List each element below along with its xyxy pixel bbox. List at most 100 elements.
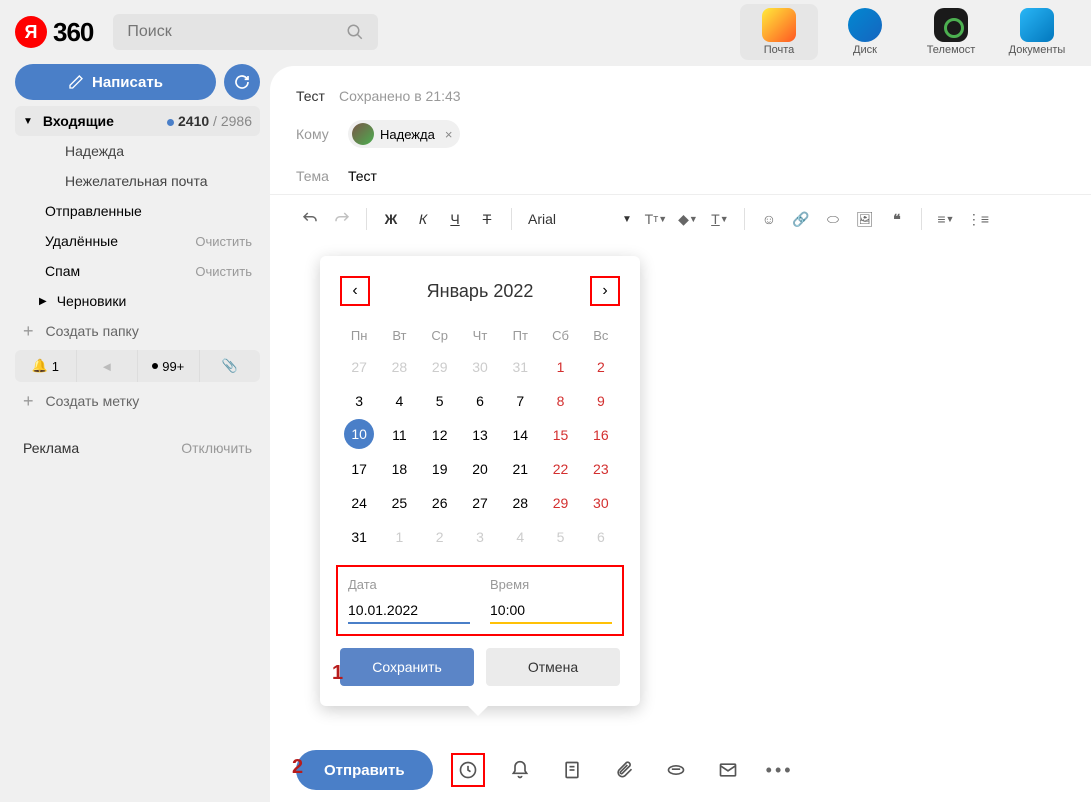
calendar-day[interactable]: 6: [461, 385, 499, 417]
calendar-day[interactable]: 22: [541, 453, 579, 485]
calendar-day[interactable]: 27: [340, 351, 378, 383]
reminder-button[interactable]: [503, 753, 537, 787]
underline-button[interactable]: Ч: [441, 205, 469, 233]
calendar-day[interactable]: 4: [501, 521, 539, 553]
calendar-day[interactable]: 7: [501, 385, 539, 417]
prev-month-button[interactable]: ‹: [340, 276, 370, 306]
create-label-button[interactable]: +Создать метку: [15, 386, 260, 416]
calendar-day[interactable]: 31: [340, 521, 378, 553]
app-docs[interactable]: Документы: [998, 4, 1076, 60]
color-button[interactable]: ◆▼: [674, 205, 702, 233]
attach-disk-button[interactable]: [659, 753, 693, 787]
calendar-day[interactable]: 27: [461, 487, 499, 519]
list-button[interactable]: ⋮≡: [964, 205, 992, 233]
date-input[interactable]: [348, 598, 470, 624]
calendar-day[interactable]: 30: [461, 351, 499, 383]
subject-field[interactable]: Тема Тест: [270, 158, 1091, 194]
send-button[interactable]: Отправить: [296, 750, 433, 790]
calendar-day[interactable]: 18: [380, 453, 418, 485]
emoji-button[interactable]: ☺: [755, 205, 783, 233]
calendar-day[interactable]: 8: [541, 385, 579, 417]
folder-nadezhda[interactable]: Надежда: [15, 136, 260, 166]
clear-deleted-link[interactable]: Очистить: [195, 234, 252, 249]
calendar-day[interactable]: 20: [461, 453, 499, 485]
calendar-day[interactable]: 3: [340, 385, 378, 417]
logo[interactable]: Я 360: [15, 16, 93, 48]
calendar-day[interactable]: 25: [380, 487, 418, 519]
italic-button[interactable]: К: [409, 205, 437, 233]
calendar-day[interactable]: 1: [541, 351, 579, 383]
calendar-day[interactable]: 2: [421, 521, 459, 553]
cancel-button[interactable]: Отмена: [486, 648, 620, 686]
create-folder-button[interactable]: +Создать папку: [15, 316, 260, 346]
folder-inbox[interactable]: ▼ Входящие 2410 / 2986: [15, 106, 260, 136]
search-box[interactable]: [113, 14, 378, 50]
calendar-day[interactable]: 17: [340, 453, 378, 485]
calendar-day[interactable]: 26: [421, 487, 459, 519]
schedule-button[interactable]: [451, 753, 485, 787]
calendar-day[interactable]: 2: [582, 351, 620, 383]
bold-button[interactable]: Ж: [377, 205, 405, 233]
folder-deleted[interactable]: УдалённыеОчистить: [15, 226, 260, 256]
calendar-day[interactable]: 14: [501, 419, 539, 451]
calendar-day[interactable]: 21: [501, 453, 539, 485]
folder-sent[interactable]: Отправленные: [15, 196, 260, 226]
clear-spam-link[interactable]: Очистить: [195, 264, 252, 279]
align-button[interactable]: ≡▼: [932, 205, 960, 233]
fontsize-button[interactable]: Tт▼: [642, 205, 670, 233]
calendar-day[interactable]: 15: [541, 419, 579, 451]
folder-drafts[interactable]: ▶Черновики: [15, 286, 260, 316]
calendar-day[interactable]: 12: [421, 419, 459, 451]
attach-button[interactable]: [607, 753, 641, 787]
font-select[interactable]: Arial▼: [522, 211, 638, 227]
remove-recipient-icon[interactable]: ×: [445, 127, 453, 142]
calendar-day[interactable]: 28: [501, 487, 539, 519]
calendar-day[interactable]: 29: [541, 487, 579, 519]
calendar-day[interactable]: 16: [582, 419, 620, 451]
calendar-day[interactable]: 11: [380, 419, 418, 451]
app-telemost[interactable]: Телемост: [912, 4, 990, 60]
filter-unread[interactable]: 99+: [138, 350, 200, 382]
calendar-day[interactable]: 3: [461, 521, 499, 553]
image-button[interactable]: 🖼: [851, 205, 879, 233]
folder-junk[interactable]: Нежелательная почта: [15, 166, 260, 196]
search-input[interactable]: [127, 23, 346, 41]
time-input[interactable]: [490, 598, 612, 624]
signature-button[interactable]: [711, 753, 745, 787]
to-field[interactable]: Кому Надежда ×: [270, 110, 1091, 158]
recipient-chip[interactable]: Надежда ×: [348, 120, 460, 148]
app-disk[interactable]: Диск: [826, 4, 904, 60]
more-button[interactable]: •••: [763, 753, 797, 787]
link-button[interactable]: 🔗: [787, 205, 815, 233]
calendar-day[interactable]: 23: [582, 453, 620, 485]
calendar-day[interactable]: 24: [340, 487, 378, 519]
calendar-day[interactable]: 9: [582, 385, 620, 417]
textcolor-button[interactable]: T▼: [706, 205, 734, 233]
ad-disable-link[interactable]: Отключить: [181, 440, 252, 456]
quote-button[interactable]: ❝: [883, 205, 911, 233]
template-button[interactable]: [555, 753, 589, 787]
app-mail[interactable]: Почта: [740, 4, 818, 60]
calendar-day[interactable]: 13: [461, 419, 499, 451]
calendar-day[interactable]: 1: [380, 521, 418, 553]
calendar-day[interactable]: 5: [421, 385, 459, 417]
filter-flag[interactable]: ◄: [77, 350, 139, 382]
refresh-button[interactable]: [224, 64, 260, 100]
calendar-day[interactable]: 28: [380, 351, 418, 383]
calendar-day[interactable]: 29: [421, 351, 459, 383]
calendar-day[interactable]: 6: [582, 521, 620, 553]
calendar-day[interactable]: 4: [380, 385, 418, 417]
compose-button[interactable]: Написать: [15, 64, 216, 100]
undo-button[interactable]: [296, 205, 324, 233]
calendar-day[interactable]: 10: [344, 419, 374, 449]
filter-bell[interactable]: 🔔1: [15, 350, 77, 382]
calendar-day[interactable]: 5: [541, 521, 579, 553]
redo-button[interactable]: [328, 205, 356, 233]
unlink-button[interactable]: ⬭: [819, 205, 847, 233]
calendar-day[interactable]: 19: [421, 453, 459, 485]
subject-value[interactable]: Тест: [348, 168, 377, 184]
calendar-day[interactable]: 31: [501, 351, 539, 383]
calendar-day[interactable]: 30: [582, 487, 620, 519]
next-month-button[interactable]: ›: [590, 276, 620, 306]
filter-attach[interactable]: 📎: [200, 350, 261, 382]
